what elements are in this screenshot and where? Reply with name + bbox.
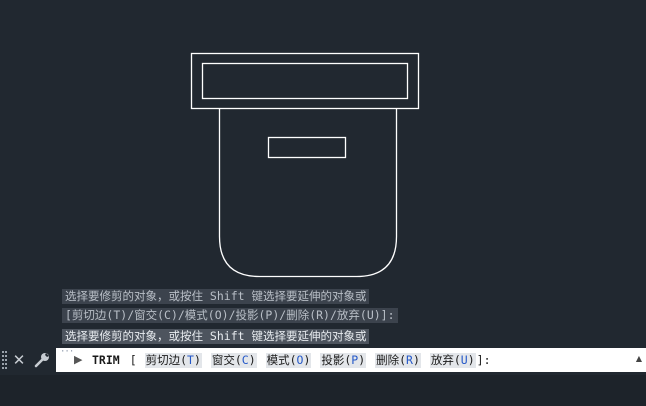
drag-grip-icon[interactable]	[2, 351, 8, 369]
command-name: TRIM	[92, 353, 120, 367]
option-undo[interactable]: 放弃(U)	[429, 353, 476, 368]
history-line: [剪切边(T)/窗交(C)/模式(O)/投影(P)/删除(R)/放弃(U)]:	[62, 308, 398, 323]
chevron-right-icon[interactable]: ▶	[74, 353, 82, 367]
recent-commands-indicator[interactable]: ···	[60, 348, 74, 357]
drawing-lid-outer[interactable]	[190, 52, 420, 110]
option-erase[interactable]: 删除(R)	[375, 353, 421, 368]
command-line-bar: ✕ ··· ▶ TRIM [ 剪切边(T) 窗交(C) 模式(O) 投影(P) 删…	[0, 345, 646, 375]
scroll-up-icon[interactable]: ▲	[636, 354, 642, 363]
history-line: 选择要修剪的对象，或按住 Shift 键选择要延伸的对象或	[62, 289, 370, 304]
command-input[interactable]: ··· ▶ TRIM [ 剪切边(T) 窗交(C) 模式(O) 投影(P) 删除(…	[56, 348, 646, 372]
drawing-body[interactable]	[218, 108, 398, 278]
option-project[interactable]: 投影(P)	[320, 353, 367, 368]
option-crossing[interactable]: 窗交(C)	[210, 353, 257, 368]
drawing-label-slot[interactable]	[267, 136, 347, 159]
close-bracket: ]:	[476, 353, 491, 367]
history-line: 选择要修剪的对象，或按住 Shift 键选择要延伸的对象或	[62, 329, 370, 344]
bottom-strip	[0, 375, 646, 406]
command-prompt: TRIM [ 剪切边(T) 窗交(C) 模式(O) 投影(P) 删除(R) 放弃(…	[92, 352, 491, 368]
wrench-icon[interactable]	[33, 351, 51, 369]
close-icon[interactable]: ✕	[11, 350, 27, 370]
open-bracket: [	[129, 353, 137, 367]
drawing-lid-inner[interactable]	[201, 62, 409, 100]
option-mode[interactable]: 模式(O)	[265, 353, 312, 368]
option-fence-trim[interactable]: 剪切边(T)	[144, 353, 202, 368]
